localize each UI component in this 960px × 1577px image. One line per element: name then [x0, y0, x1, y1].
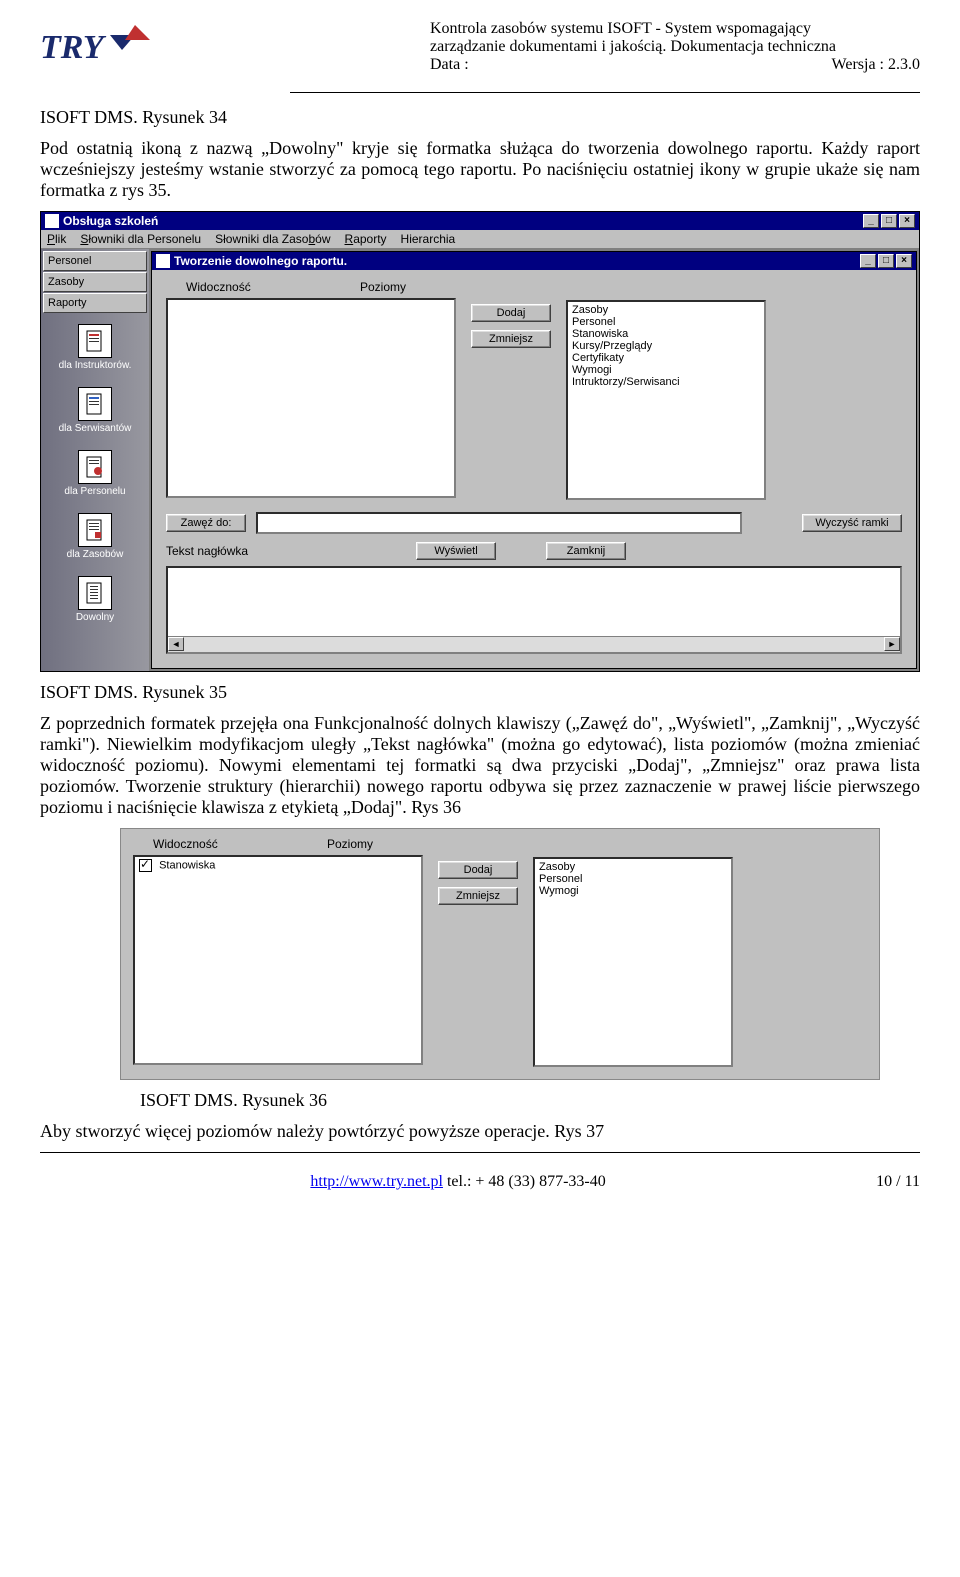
right-listbox-36[interactable]: Zasoby Personel Wymogi — [533, 857, 733, 1067]
list-item[interactable]: Zasoby — [572, 304, 760, 316]
zmniejsz-button[interactable]: Zmniejsz — [438, 887, 518, 905]
window-obsluga-szkolen: Obsługa szkoleń _ □ × Plik Słowniki dla … — [40, 211, 920, 672]
sidebar-label: dla Personelu — [43, 486, 147, 497]
tab-personel[interactable]: Personel — [43, 251, 147, 271]
menu-plik[interactable]: Plik — [47, 232, 66, 246]
paragraph-3: Aby stworzyć więcej poziomów należy powt… — [40, 1121, 920, 1142]
footer: http://www.try.net.pl tel.: + 48 (33) 87… — [40, 1173, 920, 1191]
tab-raporty[interactable]: Raporty — [43, 293, 147, 313]
menu-slowniki-personelu[interactable]: Słowniki dla Personelu — [80, 232, 201, 246]
label-poziomy: Poziomy — [327, 837, 373, 851]
list-item[interactable]: Wymogi — [572, 364, 760, 376]
label-poziomy: Poziomy — [360, 280, 406, 294]
list-item[interactable]: Kursy/Przeglądy — [572, 340, 760, 352]
figure-36: Widoczność Poziomy Stanowiska Dodaj Zmni… — [120, 828, 880, 1080]
sidebar-label: dla Zasobów — [43, 549, 147, 560]
checkbox-icon[interactable] — [139, 859, 152, 872]
maximize-button[interactable]: □ — [878, 254, 894, 268]
document-icon — [78, 324, 112, 358]
zawez-button[interactable]: Zawęź do: — [166, 514, 246, 532]
document-icon — [78, 387, 112, 421]
header-date-label: Data : — [430, 56, 469, 74]
svg-text:TRY: TRY — [40, 29, 107, 66]
header-text: Kontrola zasobów systemu ISOFT - System … — [180, 20, 920, 74]
scroll-left-icon[interactable]: ◄ — [168, 637, 184, 651]
horizontal-scrollbar[interactable]: ◄ ► — [168, 636, 900, 652]
list-item[interactable]: Wymogi — [539, 885, 727, 897]
menu-hierarchia[interactable]: Hierarchia — [401, 232, 456, 246]
left-listbox[interactable] — [166, 298, 456, 498]
list-item[interactable]: Personel — [572, 316, 760, 328]
menubar: Plik Słowniki dla Personelu Słowniki dla… — [41, 230, 919, 249]
list-item[interactable]: Personel — [539, 873, 727, 885]
inner-window: Tworzenie dowolnego raportu. _ □ × Widoc… — [151, 251, 917, 669]
app-icon — [156, 254, 170, 268]
logo: TRY — [40, 20, 160, 80]
list-item-label: Stanowiska — [159, 859, 215, 871]
list-item[interactable]: Stanowiska — [139, 859, 417, 872]
sidebar-label: dla Serwisantów — [43, 423, 147, 434]
maximize-button[interactable]: □ — [881, 214, 897, 228]
right-listbox[interactable]: Zasoby Personel Stanowiska Kursy/Przeglą… — [566, 300, 766, 500]
footer-link[interactable]: http://www.try.net.pl — [310, 1173, 443, 1190]
sidebar-item-dowolny[interactable]: Dowolny — [41, 566, 149, 629]
document-icon — [78, 513, 112, 547]
zawez-field[interactable] — [256, 512, 742, 534]
footer-rule — [40, 1152, 920, 1153]
sidebar-label: Dowolny — [43, 612, 147, 623]
footer-tel: tel.: + 48 (33) 877-33-40 — [447, 1173, 606, 1190]
left-panel: Personel Zasoby Raporty dla Instruktorów… — [41, 249, 149, 671]
sidebar-item-personelu[interactable]: dla Personelu — [41, 440, 149, 503]
page-number: 10 / 11 — [876, 1173, 920, 1191]
outer-titlebar: Obsługa szkoleń _ □ × — [41, 212, 919, 230]
dodaj-button[interactable]: Dodaj — [471, 304, 551, 322]
header-rule — [290, 92, 920, 93]
zmniejsz-button[interactable]: Zmniejsz — [471, 330, 551, 348]
outer-window-title: Obsługa szkoleń — [63, 214, 158, 228]
minimize-button[interactable]: _ — [860, 254, 876, 268]
list-item[interactable]: Certyfikaty — [572, 352, 760, 364]
list-item[interactable]: Zasoby — [539, 861, 727, 873]
tab-zasoby[interactable]: Zasoby — [43, 272, 147, 292]
wyczysc-button[interactable]: Wyczyść ramki — [802, 514, 902, 532]
document-lock-icon — [78, 450, 112, 484]
caption-36: ISOFT DMS. Rysunek 36 — [140, 1090, 920, 1111]
app-icon — [45, 214, 59, 228]
sidebar-item-instruktorow[interactable]: dla Instruktorów. — [41, 314, 149, 377]
label-widocznosc: Widoczność — [153, 837, 218, 851]
menu-slowniki-zasobow[interactable]: Słowniki dla Zasobów — [215, 232, 330, 246]
minimize-button[interactable]: _ — [863, 214, 879, 228]
paragraph-2: Z poprzednich formatek przejęła ona Funk… — [40, 713, 920, 818]
inner-titlebar: Tworzenie dowolnego raportu. _ □ × — [152, 252, 916, 270]
list-item[interactable]: Stanowiska — [572, 328, 760, 340]
inner-window-title: Tworzenie dowolnego raportu. — [174, 254, 347, 268]
header-line2: zarządzanie dokumentami i jakością. Doku… — [430, 38, 920, 56]
list-item[interactable]: Intruktorzy/Serwisanci — [572, 376, 760, 388]
page-header: TRY Kontrola zasobów systemu ISOFT - Sys… — [40, 20, 920, 80]
tekst-naglowka-textarea[interactable]: ◄ ► — [166, 566, 902, 654]
paragraph-1: Pod ostatnią ikoną z nazwą „Dowolny" kry… — [40, 138, 920, 201]
menu-raporty[interactable]: Raporty — [345, 232, 387, 246]
header-line1: Kontrola zasobów systemu ISOFT - System … — [430, 20, 920, 38]
list-icon — [78, 576, 112, 610]
header-version: Wersja : 2.3.0 — [832, 56, 920, 74]
label-tekst-naglowka: Tekst nagłówka — [166, 544, 296, 558]
sidebar-item-zasobow[interactable]: dla Zasobów — [41, 503, 149, 566]
close-button[interactable]: × — [899, 214, 915, 228]
caption-34: ISOFT DMS. Rysunek 34 — [40, 107, 920, 128]
zamknij-button[interactable]: Zamknij — [546, 542, 626, 560]
close-button[interactable]: × — [896, 254, 912, 268]
scroll-right-icon[interactable]: ► — [884, 637, 900, 651]
dodaj-button[interactable]: Dodaj — [438, 861, 518, 879]
sidebar-item-serwisantow[interactable]: dla Serwisantów — [41, 377, 149, 440]
label-widocznosc: Widoczność — [186, 280, 251, 294]
wyswietl-button[interactable]: Wyświetl — [416, 542, 496, 560]
caption-35: ISOFT DMS. Rysunek 35 — [40, 682, 920, 703]
left-listbox-36[interactable]: Stanowiska — [133, 855, 423, 1065]
sidebar-label: dla Instruktorów. — [43, 360, 147, 371]
